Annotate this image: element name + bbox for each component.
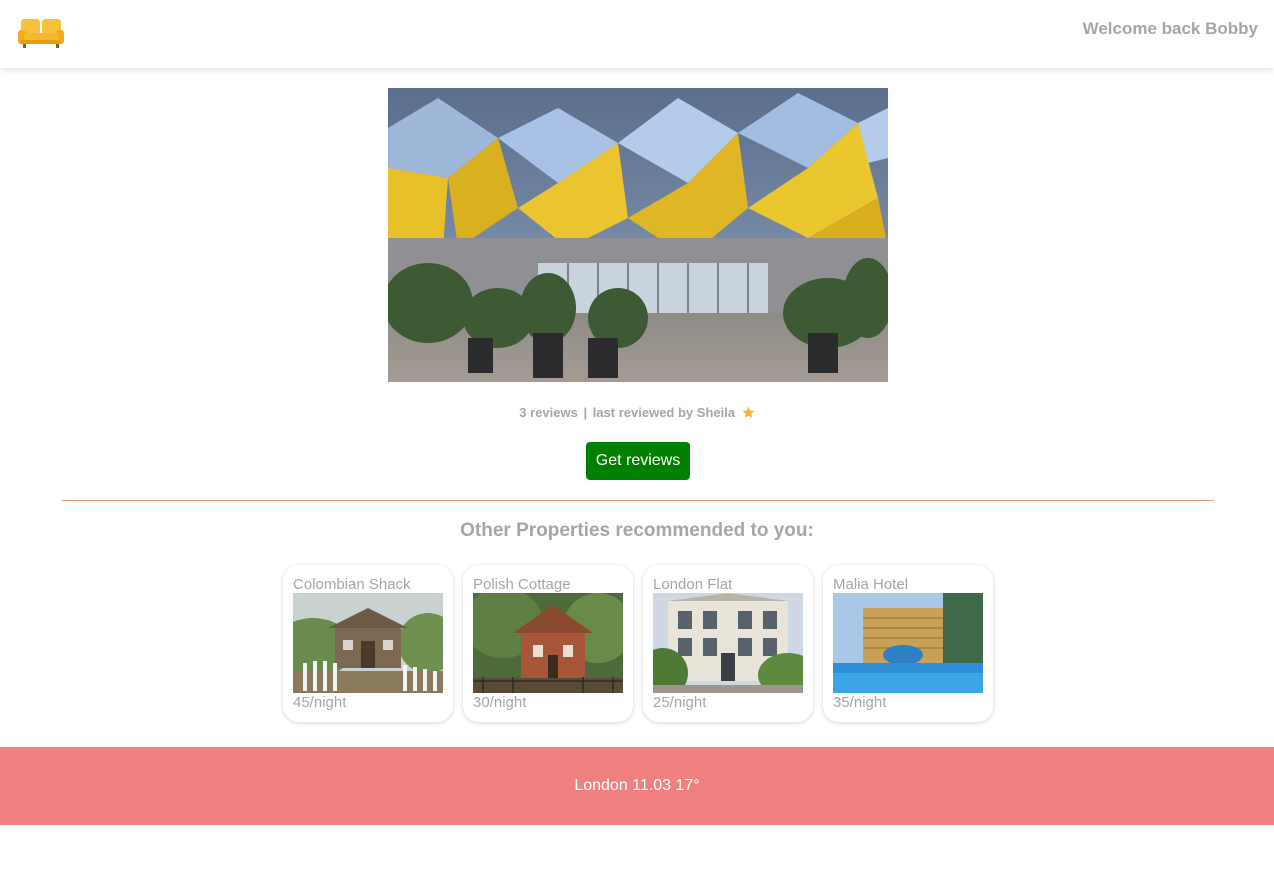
weather-info: London 11.03 17° [574, 777, 700, 794]
property-name: Malia Hotel [833, 576, 909, 593]
property-card[interactable]: Malia Hotel 35/night [823, 565, 993, 722]
property-price: 30/night [473, 694, 527, 711]
property-thumbnail[interactable] [833, 593, 983, 693]
property-price: 25/night [653, 694, 707, 711]
property-thumbnail[interactable] [473, 593, 623, 693]
property-price: 35/night [833, 694, 887, 711]
last-reviewer: last reviewed by Sheila [592, 405, 736, 420]
review-count: 3 reviews [519, 405, 578, 420]
review-separator: | [583, 405, 588, 420]
property-thumbnail[interactable] [653, 593, 803, 693]
property-name: Polish Cottage [473, 576, 571, 593]
footer-bar: London 11.03 17° [0, 747, 1274, 825]
property-thumbnail[interactable] [293, 593, 443, 693]
property-price: 45/night [293, 694, 347, 711]
section-divider [62, 500, 1214, 501]
property-hero-image [388, 88, 888, 382]
property-name: London Flat [653, 576, 733, 593]
review-summary: 3 reviews | last reviewed by Sheila [0, 405, 1274, 420]
property-name: Colombian Shack [293, 576, 411, 593]
get-reviews-button[interactable]: Get reviews [586, 442, 690, 480]
top-navbar: Welcome back Bobby [0, 0, 1274, 68]
property-card[interactable]: Colombian Shack 45/night [283, 565, 453, 722]
recommendations-list: Colombian Shack 45/night Polish Cottage … [283, 565, 995, 722]
star-icon [742, 406, 755, 419]
property-card[interactable]: London Flat 25/night [643, 565, 813, 722]
recommendations-heading: Other Properties recommended to you: [460, 520, 814, 541]
property-card[interactable]: Polish Cottage 30/night [463, 565, 633, 722]
welcome-message: Welcome back Bobby [1082, 19, 1258, 38]
sofa-icon[interactable] [18, 18, 64, 48]
